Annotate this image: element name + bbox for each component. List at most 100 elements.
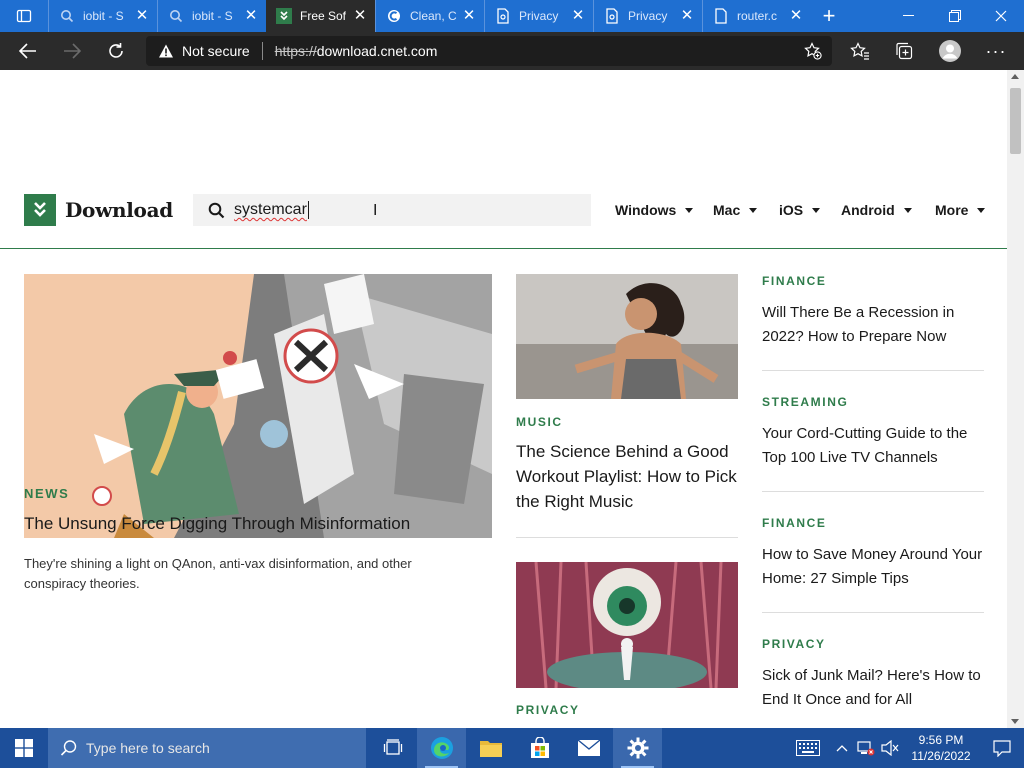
refresh-button[interactable] bbox=[94, 32, 138, 70]
mail-button[interactable] bbox=[564, 728, 613, 768]
warning-icon[interactable] bbox=[158, 43, 174, 59]
browser-tab-active[interactable]: Free Sof ✕ bbox=[266, 0, 375, 32]
address-separator bbox=[261, 42, 263, 60]
article-category[interactable]: FINANCE bbox=[762, 516, 984, 530]
tab-title: Free Sof bbox=[300, 9, 347, 23]
scroll-down-icon[interactable] bbox=[1011, 719, 1019, 724]
article-category[interactable]: FINANCE bbox=[762, 274, 984, 288]
forward-button[interactable] bbox=[50, 32, 94, 70]
start-button[interactable] bbox=[0, 728, 48, 768]
scrollbar-thumb[interactable] bbox=[1010, 88, 1021, 154]
add-favorite-icon[interactable] bbox=[804, 42, 822, 63]
tab-title: iobit - S bbox=[83, 9, 124, 23]
site-logo[interactable]: Download bbox=[24, 194, 173, 226]
nav-label: Mac bbox=[713, 202, 741, 218]
article-image-privacy[interactable] bbox=[516, 562, 738, 688]
security-status-label[interactable]: Not secure bbox=[182, 43, 250, 59]
web-page: Download systemcar I Windows Mac iOS And… bbox=[0, 70, 1007, 728]
close-icon[interactable]: ✕ bbox=[353, 8, 367, 23]
hero-title[interactable]: The Unsung Force Digging Through Misinfo… bbox=[24, 514, 492, 534]
keyboard-icon bbox=[796, 740, 820, 756]
taskbar-search-box[interactable]: Type here to search bbox=[48, 728, 366, 768]
search-query-text: systemcar bbox=[234, 201, 307, 218]
arrow-left-icon bbox=[19, 43, 36, 59]
browser-tab[interactable]: router.c ✕ bbox=[702, 0, 811, 32]
browser-tab-bar: iobit - S ✕ iobit - S ✕ Free Sof ✕ Clean… bbox=[0, 0, 1024, 32]
article-title[interactable]: Your Cord-Cutting Guide to the Top 100 L… bbox=[762, 422, 984, 470]
search-icon bbox=[59, 8, 75, 24]
windows-logo-icon bbox=[15, 739, 33, 757]
nav-windows[interactable]: Windows bbox=[615, 194, 694, 226]
browser-tab[interactable]: iobit - S ✕ bbox=[157, 0, 266, 32]
nav-label: Android bbox=[841, 202, 895, 218]
restore-button[interactable] bbox=[932, 0, 978, 32]
task-view-button[interactable] bbox=[368, 728, 417, 768]
address-bar[interactable]: Not secure https://download.cnet.com bbox=[146, 36, 832, 66]
close-icon[interactable]: ✕ bbox=[462, 8, 476, 23]
store-button[interactable] bbox=[515, 728, 564, 768]
more-horizontal-icon: ··· bbox=[985, 40, 1007, 61]
nav-label: More bbox=[935, 202, 969, 218]
close-icon[interactable]: ✕ bbox=[571, 8, 585, 23]
browser-tab[interactable]: Privacy ✕ bbox=[484, 0, 593, 32]
network-button[interactable] bbox=[854, 728, 878, 768]
nav-more[interactable]: More bbox=[935, 194, 986, 226]
profile-button[interactable] bbox=[928, 32, 972, 70]
close-icon[interactable]: ✕ bbox=[680, 8, 694, 23]
hero-category[interactable]: NEWS bbox=[24, 486, 69, 501]
browser-tab[interactable]: iobit - S ✕ bbox=[48, 0, 157, 32]
close-icon[interactable]: ✕ bbox=[789, 8, 803, 23]
arrow-right-icon bbox=[64, 43, 81, 59]
article-title[interactable]: Will There Be a Recession in 2022? How t… bbox=[762, 301, 984, 349]
notifications-button[interactable] bbox=[980, 728, 1024, 768]
show-hidden-icons-button[interactable] bbox=[830, 728, 854, 768]
chevron-down-icon bbox=[903, 207, 912, 213]
settings-taskbar-button[interactable] bbox=[613, 728, 662, 768]
tab-actions-icon bbox=[16, 9, 32, 23]
article-title[interactable]: Sick of Junk Mail? Here's How to End It … bbox=[762, 664, 984, 712]
favorites-button[interactable] bbox=[838, 32, 882, 70]
taskbar-clock[interactable]: 9:56 PM 11/26/2022 bbox=[902, 732, 980, 764]
article-title[interactable]: The Science Behind a Good Workout Playli… bbox=[516, 439, 741, 514]
list-item[interactable]: STREAMING Your Cord-Cutting Guide to the… bbox=[762, 395, 984, 470]
chevron-down-icon bbox=[749, 207, 758, 213]
nav-mac[interactable]: Mac bbox=[713, 194, 758, 226]
edge-icon bbox=[430, 737, 453, 759]
back-button[interactable] bbox=[6, 32, 50, 70]
nav-ios[interactable]: iOS bbox=[779, 194, 821, 226]
tab-title: Clean, C bbox=[410, 9, 457, 23]
article-image-workout[interactable] bbox=[516, 274, 738, 399]
list-item[interactable]: FINANCE How to Save Money Around Your Ho… bbox=[762, 516, 984, 591]
file-explorer-button[interactable] bbox=[466, 728, 515, 768]
keyboard-button[interactable] bbox=[786, 728, 830, 768]
site-header: Download systemcar I Windows Mac iOS And… bbox=[0, 177, 1007, 249]
download-logo-icon bbox=[24, 194, 56, 226]
article-category[interactable]: PRIVACY bbox=[762, 637, 984, 651]
clock-date: 11/26/2022 bbox=[911, 749, 971, 763]
browser-tab[interactable]: Clean, C ✕ bbox=[375, 0, 484, 32]
article-title[interactable]: How to Save Money Around Your Home: 27 S… bbox=[762, 543, 984, 591]
hero-article-image[interactable] bbox=[24, 274, 492, 538]
settings-menu-button[interactable]: ··· bbox=[974, 32, 1018, 70]
list-item[interactable]: PRIVACY Sick of Junk Mail? Here's How to… bbox=[762, 637, 984, 712]
article-category[interactable]: PRIVACY bbox=[516, 703, 580, 717]
edge-taskbar-button[interactable] bbox=[417, 728, 466, 768]
nav-android[interactable]: Android bbox=[841, 194, 912, 226]
browser-tab[interactable]: Privacy ✕ bbox=[593, 0, 702, 32]
article-category[interactable]: STREAMING bbox=[762, 395, 984, 409]
tab-actions-button[interactable] bbox=[0, 0, 48, 32]
close-icon[interactable]: ✕ bbox=[244, 8, 258, 23]
collections-button[interactable] bbox=[882, 32, 926, 70]
page-scrollbar[interactable] bbox=[1007, 70, 1024, 728]
article-category[interactable]: MUSIC bbox=[516, 415, 563, 429]
new-tab-button[interactable]: + bbox=[811, 0, 847, 32]
minimize-button[interactable] bbox=[886, 0, 932, 32]
scroll-up-icon[interactable] bbox=[1011, 74, 1019, 79]
list-item[interactable]: FINANCE Will There Be a Recession in 202… bbox=[762, 274, 984, 349]
close-icon[interactable]: ✕ bbox=[135, 8, 149, 23]
close-window-button[interactable] bbox=[978, 0, 1024, 32]
volume-button[interactable] bbox=[878, 728, 902, 768]
search-icon bbox=[60, 739, 78, 757]
minimize-icon bbox=[903, 15, 914, 16]
site-search-input[interactable]: systemcar I bbox=[193, 194, 591, 226]
